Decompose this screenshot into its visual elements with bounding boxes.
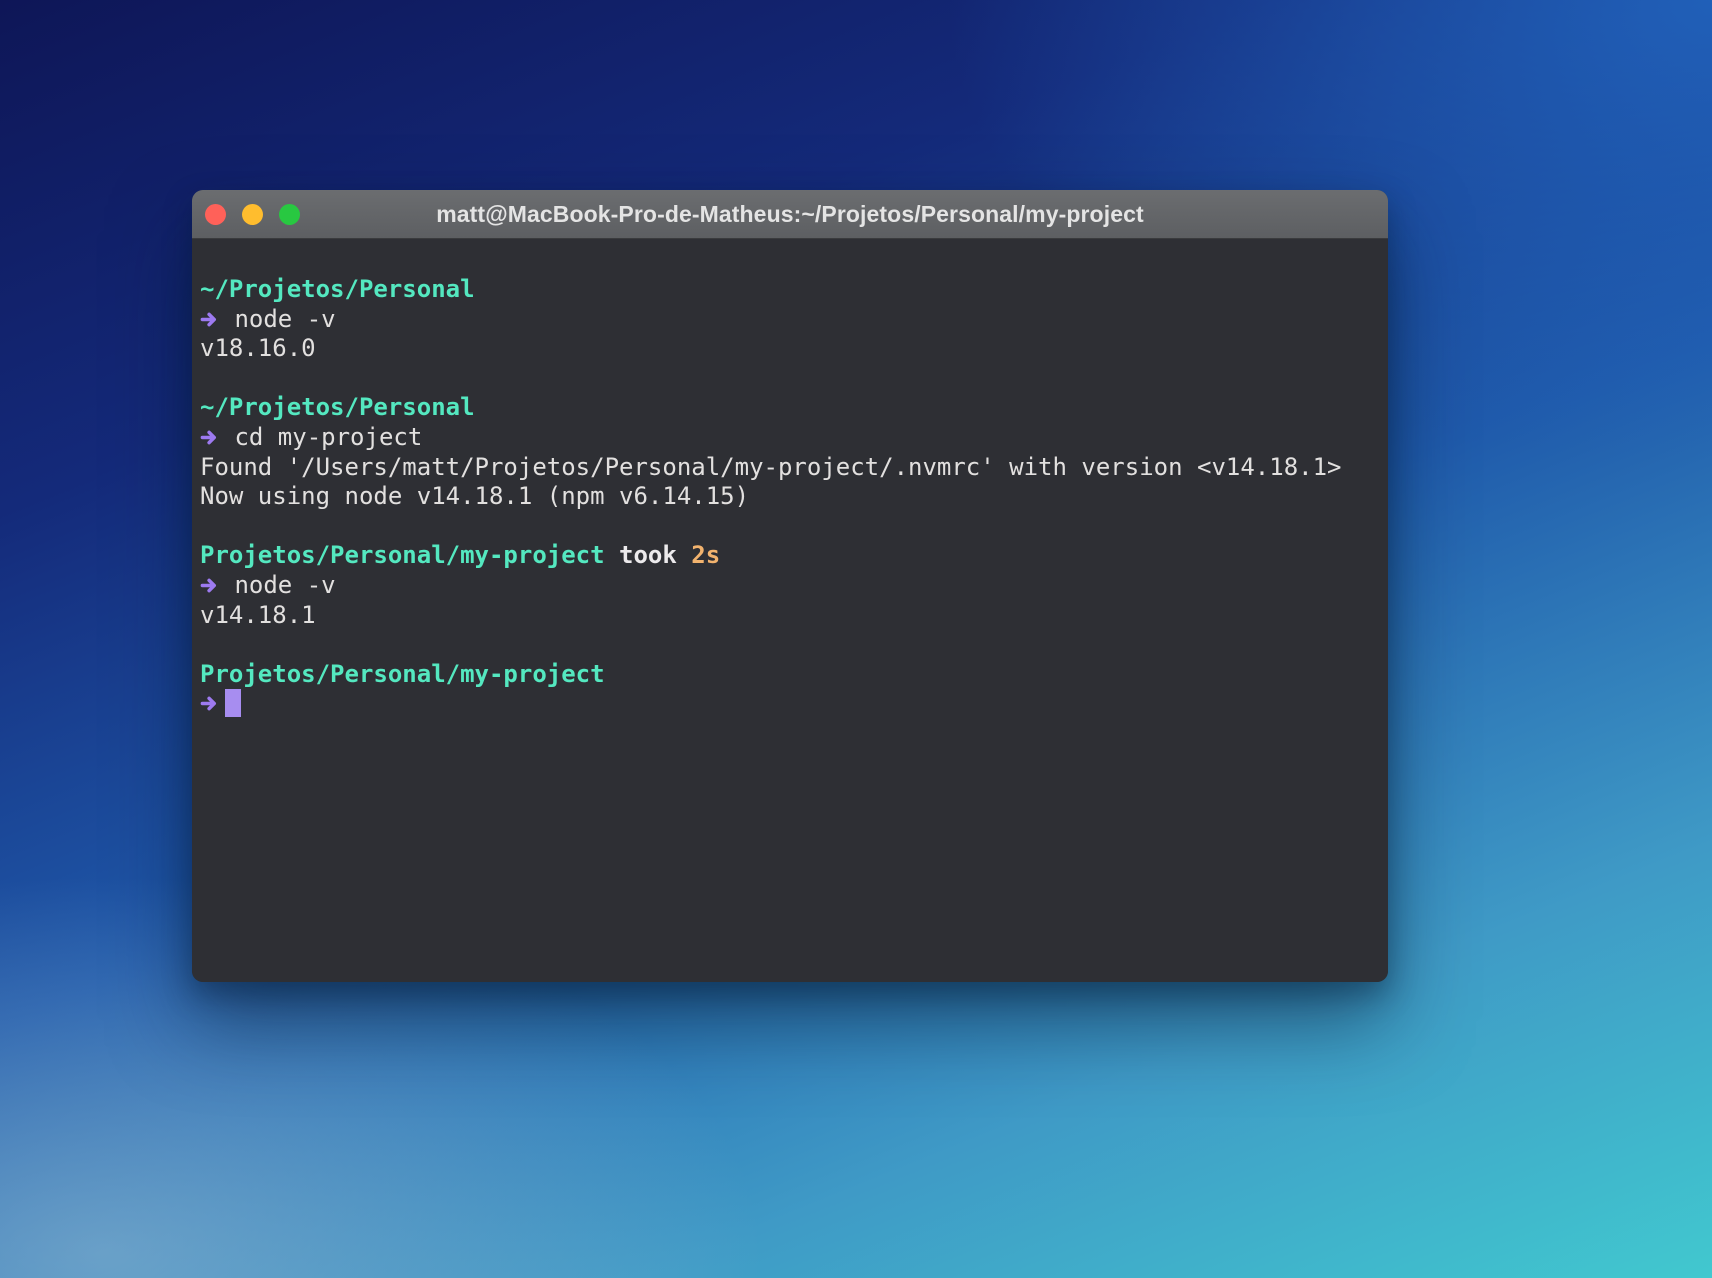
terminal-line [200, 630, 1376, 660]
prompt-arrow-icon [200, 689, 220, 719]
terminal-text: Projetos/Personal/my-project [200, 660, 605, 688]
prompt-arrow-icon [200, 571, 220, 601]
terminal-line [200, 364, 1376, 394]
close-button[interactable] [205, 204, 226, 225]
prompt-arrow-icon [200, 305, 220, 335]
terminal-line: v18.16.0 [200, 334, 1376, 364]
terminal-text: Projetos/Personal/my-project [200, 541, 605, 569]
window-titlebar[interactable]: matt@MacBook-Pro-de-Matheus:~/Projetos/P… [192, 190, 1388, 239]
terminal-line: Found '/Users/matt/Projetos/Personal/my-… [200, 453, 1376, 483]
minimize-button[interactable] [242, 204, 263, 225]
terminal-text: took [605, 541, 692, 569]
terminal-text: Now using node v14.18.1 (npm v6.14.15) [200, 482, 749, 510]
terminal-text: 2s [691, 541, 720, 569]
terminal-line: node -v [200, 305, 1376, 335]
terminal-line: ~/Projetos/Personal [200, 275, 1376, 305]
terminal-line: Now using node v14.18.1 (npm v6.14.15) [200, 482, 1376, 512]
terminal-text: node -v [220, 305, 336, 333]
terminal-text: v18.16.0 [200, 334, 316, 362]
terminal-line: node -v [200, 571, 1376, 601]
terminal-text: cd my-project [220, 423, 422, 451]
desktop-background: matt@MacBook-Pro-de-Matheus:~/Projetos/P… [0, 0, 1712, 1278]
terminal-line: Projetos/Personal/my-project [200, 660, 1376, 690]
terminal-text: node -v [220, 571, 336, 599]
zoom-button[interactable] [279, 204, 300, 225]
traffic-light-buttons [205, 190, 300, 238]
terminal-screen[interactable]: ~/Projetos/Personal node -vv18.16.0~/Pro… [192, 239, 1388, 982]
terminal-line: Projetos/Personal/my-project took 2s [200, 541, 1376, 571]
terminal-text: ~/Projetos/Personal [200, 393, 475, 421]
terminal-line [200, 689, 1376, 719]
terminal-text: Found '/Users/matt/Projetos/Personal/my-… [200, 453, 1342, 481]
terminal-text: v14.18.1 [200, 601, 316, 629]
prompt-arrow-icon [200, 423, 220, 453]
terminal-text: ~/Projetos/Personal [200, 275, 475, 303]
terminal-line: cd my-project [200, 423, 1376, 453]
terminal-line [200, 512, 1376, 542]
terminal-cursor [225, 689, 241, 717]
terminal-line: ~/Projetos/Personal [200, 393, 1376, 423]
window-title: matt@MacBook-Pro-de-Matheus:~/Projetos/P… [192, 201, 1388, 228]
terminal-line: v14.18.1 [200, 601, 1376, 631]
terminal-window: matt@MacBook-Pro-de-Matheus:~/Projetos/P… [192, 190, 1388, 982]
